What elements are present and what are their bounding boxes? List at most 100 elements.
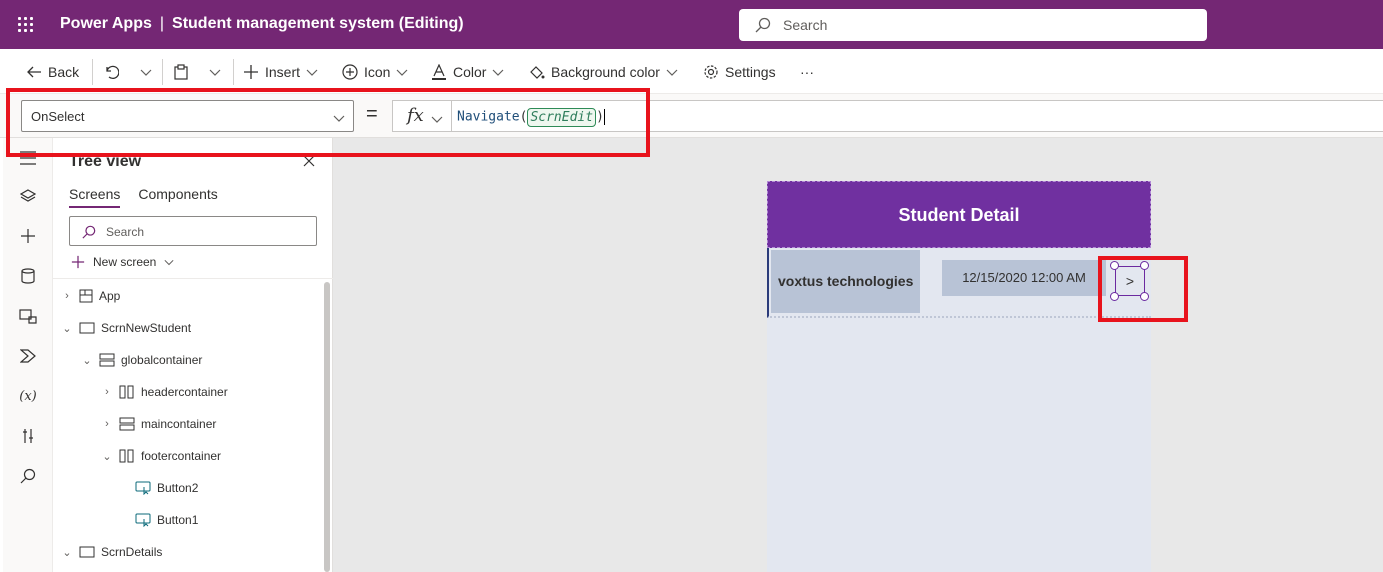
- title-separator: |: [159, 15, 165, 32]
- app-icon: [79, 289, 93, 303]
- search-placeholder: Search: [783, 17, 828, 33]
- layers-icon[interactable]: [18, 186, 38, 206]
- app-header: Power Apps | Student management system (Ed…: [0, 0, 1383, 49]
- horizontal-container-icon: [119, 449, 134, 463]
- chevron-down-icon: [164, 259, 174, 266]
- horizontal-container-icon: [119, 385, 134, 399]
- screen-icon: [79, 546, 95, 558]
- tree-node-label: ScrnDetails: [101, 545, 163, 559]
- app-launcher-icon[interactable]: [18, 17, 34, 33]
- divider: [162, 59, 163, 85]
- icon-button[interactable]: Icon: [342, 61, 408, 83]
- tree-node-label: ScrnNewStudent: [101, 321, 192, 335]
- tree-view-panel: Tree view Screens Components Search New …: [53, 138, 333, 572]
- tree-node-screen[interactable]: ⌄ ScrnNewStudent: [61, 318, 191, 338]
- background-color-button[interactable]: Background color: [529, 61, 678, 83]
- insert-button[interactable]: Insert: [243, 61, 318, 83]
- left-rail: (𝑥): [3, 138, 53, 572]
- back-label: Back: [48, 64, 80, 80]
- undo-icon: [106, 65, 119, 80]
- tree-node-label: globalcontainer: [121, 353, 203, 367]
- color-button[interactable]: Color: [431, 61, 504, 83]
- screen-icon: [79, 322, 95, 334]
- database-icon[interactable]: [18, 266, 38, 286]
- tree-node-container[interactable]: ⌄ globalcontainer: [81, 350, 202, 370]
- plus-icon[interactable]: [18, 226, 38, 246]
- tree-node-button[interactable]: Button1: [135, 510, 198, 530]
- tree-node-screen[interactable]: ⌄ ScrnDetails: [61, 542, 162, 562]
- chevron-down-icon[interactable]: ⌄: [101, 450, 113, 463]
- chevron-down-icon: [666, 69, 678, 76]
- tree-node-label: Button1: [157, 513, 199, 527]
- clipboard-icon: [174, 64, 188, 80]
- chevron-right-icon[interactable]: ›: [101, 386, 113, 398]
- divider: [53, 278, 333, 279]
- global-search-input[interactable]: Search: [739, 9, 1207, 41]
- icon-highlight-box: [1098, 256, 1188, 322]
- app-title: Power Apps | Student management system (Ed…: [60, 15, 464, 33]
- chevron-right-icon[interactable]: ›: [101, 418, 113, 430]
- vertical-container-icon: [119, 417, 135, 431]
- tree-node-container[interactable]: › headercontainer: [101, 382, 228, 402]
- undo-dropdown[interactable]: [140, 61, 152, 83]
- vertical-container-icon: [99, 353, 115, 367]
- more-icon: ···: [800, 64, 814, 80]
- tree-node-label: Button2: [157, 481, 199, 495]
- product-name[interactable]: Power Apps: [60, 15, 152, 32]
- chevron-down-icon[interactable]: ⌄: [61, 546, 73, 559]
- tree-node-container[interactable]: ⌄ footercontainer: [101, 446, 221, 466]
- tree-node-label: headercontainer: [141, 385, 228, 399]
- settings-label: Settings: [725, 64, 776, 80]
- chevron-down-icon: [209, 69, 221, 76]
- button-icon: [135, 513, 151, 527]
- tree-node-label: footercontainer: [141, 449, 222, 463]
- gallery-item[interactable]: voxtus technologies 12/15/2020 12:00 AM …: [767, 248, 1151, 318]
- tree-node-label: maincontainer: [141, 417, 217, 431]
- screen-header: Student Detail: [767, 181, 1151, 248]
- color-label: Color: [453, 64, 487, 80]
- tree-search-input[interactable]: Search: [69, 216, 317, 246]
- new-screen-button[interactable]: New screen: [71, 255, 174, 269]
- tree-search-placeholder: Search: [106, 225, 145, 239]
- tree-tabs: Screens Components: [69, 186, 218, 208]
- tab-screens[interactable]: Screens: [69, 186, 121, 208]
- formula-highlight-box: [6, 88, 650, 157]
- icon-label: Icon: [364, 64, 391, 80]
- plus-icon: [244, 65, 258, 79]
- tree-node-button[interactable]: Button2: [135, 478, 198, 498]
- undo-button[interactable]: [103, 61, 119, 83]
- search-icon: [755, 17, 771, 33]
- tab-components[interactable]: Components: [138, 186, 217, 208]
- paste-dropdown[interactable]: [209, 61, 221, 83]
- student-date-label: 12/15/2020 12:00 AM: [942, 260, 1106, 296]
- variables-icon[interactable]: (𝑥): [18, 386, 38, 406]
- chevron-down-icon: [397, 69, 408, 76]
- tree-node-container[interactable]: › maincontainer: [101, 414, 216, 434]
- document-title: Student management system (Editing): [172, 15, 464, 32]
- search-icon[interactable]: [18, 466, 38, 486]
- settings-button[interactable]: Settings: [703, 61, 776, 83]
- search-icon: [82, 225, 96, 239]
- tree-node-label: App: [99, 289, 121, 303]
- new-screen-label: New screen: [93, 255, 157, 269]
- back-button[interactable]: Back: [26, 61, 79, 83]
- chevron-down-icon: [493, 69, 504, 76]
- gear-icon: [704, 65, 718, 79]
- media-icon[interactable]: [18, 306, 38, 326]
- student-name-label: voxtus technologies: [771, 250, 920, 313]
- chevron-down-icon: [306, 69, 318, 76]
- tree-node-app[interactable]: › App: [61, 286, 120, 306]
- insert-label: Insert: [265, 64, 301, 80]
- divider: [92, 59, 93, 85]
- tools-icon[interactable]: [18, 426, 38, 446]
- font-color-icon: [432, 64, 446, 80]
- paste-button[interactable]: [173, 61, 189, 83]
- power-automate-icon[interactable]: [18, 346, 38, 366]
- divider: [233, 59, 234, 85]
- chevron-right-icon[interactable]: ›: [61, 290, 73, 302]
- tree-scrollbar[interactable]: [324, 282, 330, 572]
- chevron-down-icon[interactable]: ⌄: [81, 354, 93, 367]
- more-commands-button[interactable]: ···: [800, 61, 814, 83]
- paint-bucket-icon: [530, 66, 545, 79]
- chevron-down-icon[interactable]: ⌄: [61, 322, 73, 335]
